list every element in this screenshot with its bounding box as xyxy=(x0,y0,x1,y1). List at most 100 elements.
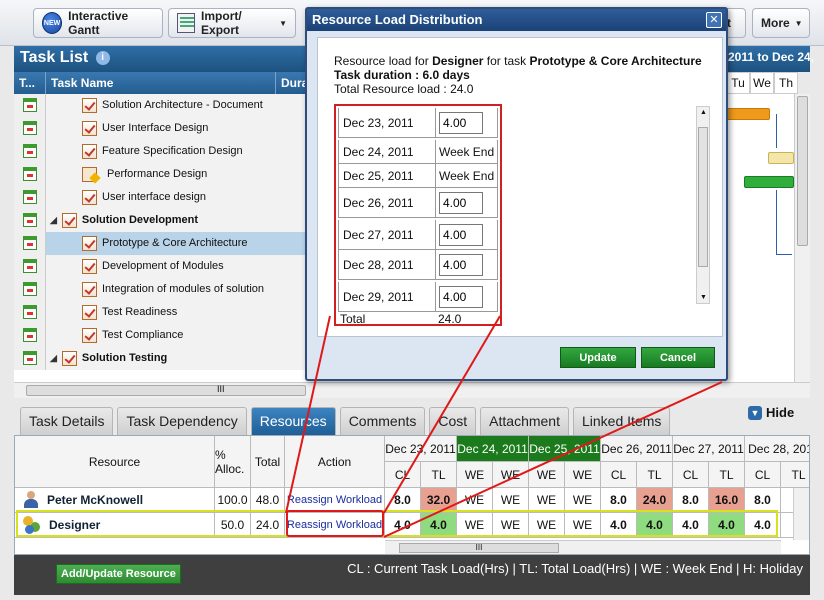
resource-table: Resource% Alloc. Total Action Dec 23, 2011 D… xyxy=(14,435,810,555)
milestone-icon xyxy=(82,166,99,182)
task-name-cell[interactable]: ◢ Solution Development xyxy=(46,208,308,232)
task-name: Solution Testing xyxy=(81,352,168,364)
dialog-body: Resource load for Designer for task Prot… xyxy=(317,37,723,337)
collapse-arrow-icon[interactable]: ◢ xyxy=(50,353,57,364)
hide-button[interactable]: ▼ Hide xyxy=(748,405,794,420)
load-subheader: TL xyxy=(637,462,673,488)
task-name-cell[interactable]: User interface design xyxy=(46,185,308,209)
calendar-icon xyxy=(22,282,37,296)
resource-horizontal-scrollbar[interactable]: III xyxy=(385,540,781,554)
load-cell: WE xyxy=(493,488,529,513)
load-input[interactable] xyxy=(439,253,483,276)
load-subheader: CL xyxy=(745,462,781,488)
task-check-icon xyxy=(82,304,97,320)
load-input[interactable] xyxy=(439,111,483,134)
tab-linked-items[interactable]: Linked Items xyxy=(573,407,671,435)
load-cell: 24.0 xyxy=(637,488,673,513)
date-column-header: Dec 25, 2011 xyxy=(529,436,601,462)
load-cell: WE xyxy=(529,513,565,538)
resource-name-cell: Designer xyxy=(15,513,215,538)
tab-task-details[interactable]: Task Details xyxy=(20,407,114,435)
task-check-icon xyxy=(82,143,97,159)
scroll-down-icon[interactable]: ▼ xyxy=(700,294,707,301)
task-name: User Interface Design xyxy=(102,122,209,134)
column-header-type[interactable]: T... xyxy=(14,72,46,94)
dialog-line1-prefix: Resource load for xyxy=(334,54,429,68)
group-icon xyxy=(23,516,41,534)
scrollbar-thumb[interactable]: III xyxy=(399,543,559,553)
task-name-cell[interactable]: Feature Specification Design xyxy=(46,139,308,163)
chevron-down-icon: ▼ xyxy=(279,18,287,28)
task-name-cell[interactable]: Prototype & Core Architecture xyxy=(46,231,308,255)
task-name-cell[interactable]: Integration of modules of solution xyxy=(46,277,308,301)
task-type-cell xyxy=(14,277,46,301)
task-type-cell xyxy=(14,323,46,347)
tab-resources[interactable]: Resources xyxy=(250,407,336,435)
task-type-cell xyxy=(14,139,46,163)
task-list-horizontal-scrollbar[interactable]: III xyxy=(14,382,810,398)
load-cell: 4.0 xyxy=(385,513,421,538)
task-name-cell[interactable]: ◢ Solution Testing xyxy=(46,346,308,370)
dialog-scrollbar[interactable]: ▲ ▼ xyxy=(696,106,710,304)
chevron-down-icon: ▼ xyxy=(794,18,803,28)
hide-label: Hide xyxy=(766,405,795,420)
info-icon[interactable]: i xyxy=(95,50,110,65)
resource-total: 48.0 xyxy=(251,488,285,513)
scrollbar-thumb[interactable] xyxy=(797,96,808,246)
load-input[interactable] xyxy=(439,285,483,308)
gantt-bar[interactable] xyxy=(726,108,770,120)
load-legend: CL : Current Task Load(Hrs) | TL: Total … xyxy=(347,561,803,576)
load-date: Dec 27, 2011 xyxy=(338,220,436,249)
dialog-total-load: Total Resource load : 24.0 xyxy=(334,82,474,96)
task-name: Performance Design xyxy=(107,168,208,180)
task-name: Test Compliance xyxy=(102,329,184,341)
tab-cost[interactable]: Cost xyxy=(429,407,477,435)
cancel-button[interactable]: Cancel xyxy=(641,347,715,368)
close-icon[interactable]: ✕ xyxy=(706,12,722,28)
load-date: Dec 28, 2011 xyxy=(338,250,436,279)
add-update-resource-button[interactable]: Add/Update Resource xyxy=(56,564,181,584)
calendar-icon xyxy=(22,213,37,227)
load-distribution-grid: Dec 23, 2011Dec 24, 2011Week EndDec 25, … xyxy=(334,104,502,326)
gantt-bar[interactable] xyxy=(744,176,794,188)
task-check-icon xyxy=(82,97,97,113)
tab-task-dependency[interactable]: Task Dependency xyxy=(117,407,247,435)
task-name-cell[interactable]: Test Compliance xyxy=(46,323,308,347)
task-name-cell[interactable]: Development of Modules xyxy=(46,254,308,278)
interactive-gantt-button[interactable]: NEW Interactive Gantt xyxy=(33,8,163,38)
resource-name-cell: Peter McKnowell xyxy=(15,488,215,513)
task-name-cell[interactable]: Solution Architecture - Document xyxy=(46,94,308,117)
tab-comments[interactable]: Comments xyxy=(339,407,426,435)
reassign-workload-link[interactable]: Reassign Workload xyxy=(285,513,385,538)
task-check-icon xyxy=(82,281,97,297)
task-name-cell[interactable]: Performance Design xyxy=(46,162,308,186)
scroll-up-icon[interactable]: ▲ xyxy=(700,109,707,116)
resource-load-dialog: Resource Load Distribution ✕ Resource lo… xyxy=(305,7,728,381)
update-button[interactable]: Update xyxy=(560,347,636,368)
weekend-label: Week End xyxy=(439,168,495,183)
tab-attachment[interactable]: Attachment xyxy=(480,407,569,435)
load-cell: 4.0 xyxy=(421,513,457,538)
import-export-button[interactable]: Import/ Export ▼ xyxy=(168,8,296,38)
task-name: Solution Architecture - Document xyxy=(102,99,263,111)
reassign-workload-link[interactable]: Reassign Workload xyxy=(285,488,385,513)
collapse-arrow-icon[interactable]: ◢ xyxy=(50,215,57,226)
more-menu-button[interactable]: More ▼ xyxy=(752,8,810,38)
resource-vertical-scrollbar[interactable] xyxy=(793,488,809,540)
load-input[interactable] xyxy=(439,191,483,214)
load-cell: WE xyxy=(457,513,493,538)
scrollbar-thumb[interactable] xyxy=(698,127,708,267)
load-cell: 4.0 xyxy=(709,513,745,538)
task-name-cell[interactable]: User Interface Design xyxy=(46,116,308,140)
date-column-header: Dec 28, 201 xyxy=(745,436,809,462)
task-name-cell[interactable]: Test Readiness xyxy=(46,300,308,324)
task-list-vertical-scrollbar[interactable] xyxy=(794,94,810,382)
scrollbar-thumb[interactable]: III xyxy=(26,384,306,396)
load-input[interactable] xyxy=(439,223,483,246)
load-value-cell xyxy=(436,282,498,311)
resource-footer: Add/Update Resource CL : Current Task Lo… xyxy=(14,555,810,595)
load-row: Dec 27, 2011 xyxy=(338,220,498,250)
column-header-task-name[interactable]: Task Name xyxy=(46,72,276,94)
dialog-line1-mid: for task xyxy=(486,54,527,68)
gantt-bar[interactable] xyxy=(768,152,794,164)
